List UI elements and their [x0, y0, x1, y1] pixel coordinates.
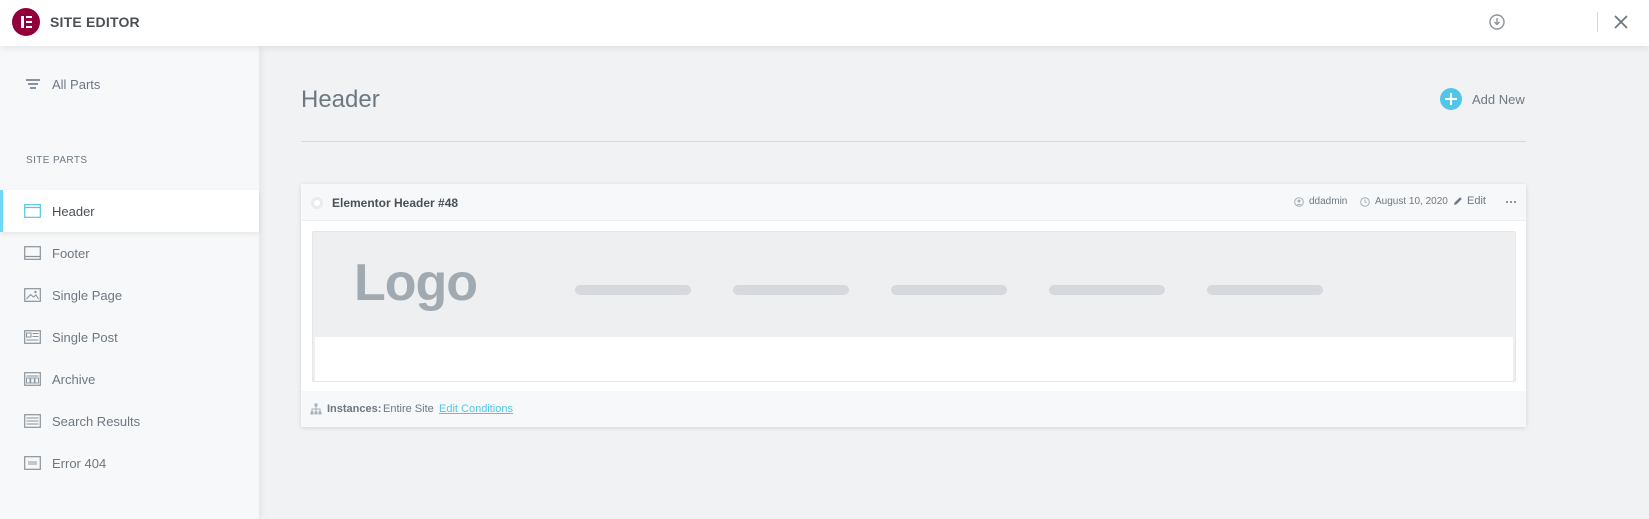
error-404-icon [24, 456, 41, 470]
single-page-icon [24, 288, 41, 302]
card-header: Elementor Header #48 ddadmin August 10, … [301, 184, 1526, 221]
preview-nav-placeholder [891, 285, 1007, 295]
title-divider [301, 141, 1526, 142]
sidebar-item-search-results[interactable]: Search Results [0, 400, 259, 442]
download-icon[interactable] [1487, 12, 1507, 32]
sidebar-item-label: Footer [52, 245, 90, 261]
sidebar-item-single-page[interactable]: Single Page [0, 274, 259, 316]
status-indicator-icon [311, 197, 323, 209]
sidebar-item-label: Error 404 [52, 455, 107, 471]
card-title: Elementor Header #48 [332, 196, 459, 210]
sidebar: All Parts SITE PARTS Header Footer Singl… [0, 46, 259, 519]
archive-icon [24, 372, 41, 386]
sidebar-item-label: Search Results [52, 413, 141, 429]
edit-button[interactable]: Edit [1453, 195, 1486, 207]
preview-body [315, 337, 1513, 381]
card-author: ddadmin [1309, 196, 1348, 207]
edit-label: Edit [1467, 195, 1486, 207]
header-icon [24, 204, 41, 218]
sidebar-item-footer[interactable]: Footer [0, 232, 259, 274]
all-parts-link[interactable]: All Parts [0, 68, 259, 100]
preview-nav-placeholder [575, 285, 691, 295]
template-card: Elementor Header #48 ddadmin August 10, … [301, 184, 1526, 427]
more-options-icon[interactable] [1504, 194, 1518, 208]
card-date: August 10, 2020 [1375, 196, 1448, 207]
preview-nav-placeholder [733, 285, 849, 295]
clock-icon [1360, 196, 1370, 207]
footer-icon [24, 246, 41, 260]
template-preview[interactable]: Logo [312, 231, 1516, 382]
top-divider [1597, 12, 1598, 32]
sidebar-item-label: Archive [52, 371, 96, 387]
preview-nav-placeholder [1207, 285, 1323, 295]
filter-icon [26, 78, 40, 90]
add-new-label: Add New [1472, 91, 1525, 107]
sidebar-item-archive[interactable]: Archive [0, 358, 259, 400]
sidebar-item-single-post[interactable]: Single Post [0, 316, 259, 358]
elementor-logo-icon [12, 8, 40, 36]
add-new-button[interactable]: Add New [1440, 87, 1525, 111]
preview-nav-placeholder [1049, 285, 1165, 295]
plus-icon [1440, 88, 1462, 110]
app-title: SITE EDITOR [50, 14, 140, 30]
author-meta: ddadmin [1294, 196, 1347, 207]
close-icon[interactable] [1611, 12, 1631, 32]
single-post-icon [24, 330, 41, 344]
edit-conditions-link[interactable]: Edit Conditions [439, 403, 513, 415]
sitemap-icon [310, 403, 322, 415]
date-meta: August 10, 2020 [1360, 196, 1448, 207]
instances-label: Instances: [327, 403, 382, 415]
pencil-icon [1454, 197, 1462, 205]
card-footer: Instances: Entire Site Edit Conditions [301, 391, 1526, 427]
sidebar-item-header[interactable]: Header [0, 190, 259, 232]
page-title: Header [301, 86, 380, 113]
sidebar-item-label: Single Page [52, 287, 123, 303]
all-parts-label: All Parts [52, 76, 101, 92]
user-icon [1294, 196, 1304, 207]
sidebar-item-error-404[interactable]: Error 404 [0, 442, 259, 484]
sidebar-item-label: Single Post [52, 329, 118, 345]
instances-value: Entire Site [383, 403, 434, 415]
search-results-icon [24, 414, 41, 428]
sidebar-item-label: Header [52, 203, 95, 219]
site-parts-heading: SITE PARTS [26, 155, 88, 166]
preview-logo-text: Logo [354, 254, 478, 312]
top-bar: SITE EDITOR [0, 0, 1649, 46]
site-parts-list: Header Footer Single Page Single Post Ar… [0, 190, 259, 484]
